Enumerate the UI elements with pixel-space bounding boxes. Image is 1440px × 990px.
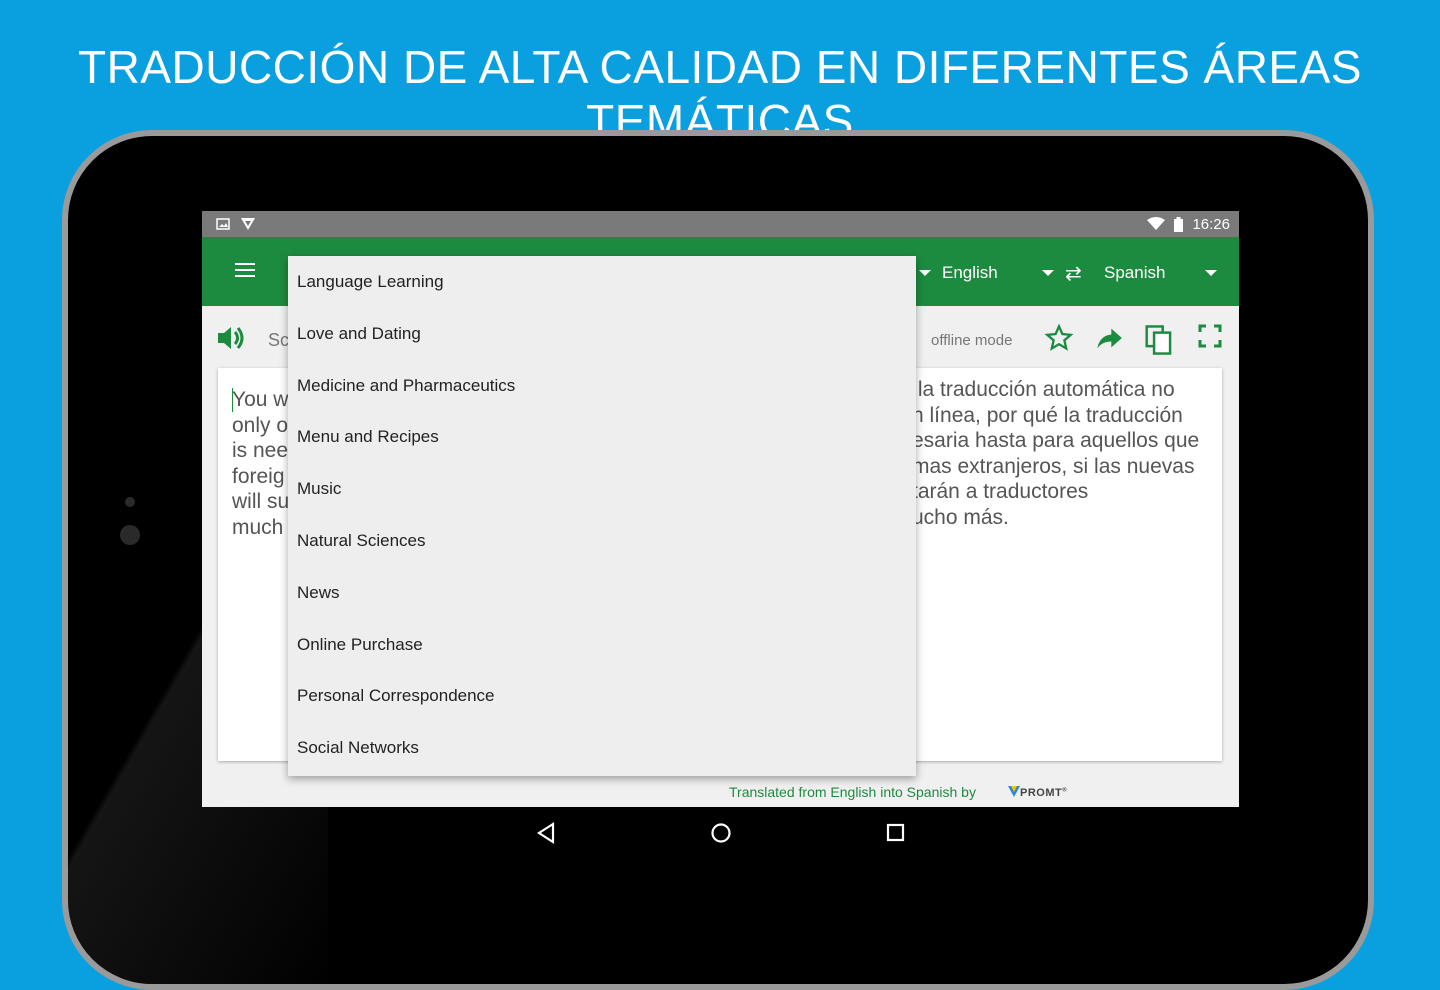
offline-mode-label[interactable]: offline mode	[931, 332, 1012, 349]
target-language-dropdown-icon[interactable]	[1205, 270, 1217, 276]
recents-icon[interactable]	[885, 821, 907, 850]
wifi-icon	[1147, 217, 1165, 231]
share-icon[interactable]	[1094, 324, 1124, 357]
image-icon	[216, 217, 230, 231]
clock: 16:26	[1192, 216, 1230, 233]
copy-icon[interactable]	[1144, 324, 1174, 361]
translated-text: la traducción automática no n línea, por…	[912, 378, 1200, 529]
target-language-select[interactable]: Spanish	[1104, 263, 1165, 283]
promt-brand-text: PROMT	[1020, 787, 1063, 799]
battery-icon	[1174, 217, 1188, 232]
source-language-dropdown-icon[interactable]	[1042, 270, 1054, 276]
fullscreen-icon[interactable]	[1198, 324, 1222, 353]
topic-item-news[interactable]: News	[288, 567, 916, 619]
android-nav-bar	[202, 807, 1239, 859]
source-text[interactable]: You w only o is nee foreig will su much	[232, 387, 292, 540]
translation-credit: Translated from English into Spanish by	[729, 784, 976, 800]
star-icon[interactable]	[1044, 323, 1074, 357]
topic-item-personal-correspondence[interactable]: Personal Correspondence	[288, 670, 916, 722]
topic-dropdown-menu: Language Learning Love and Dating Medici…	[288, 256, 916, 776]
source-language-select[interactable]: English	[942, 263, 998, 283]
home-icon[interactable]	[709, 821, 733, 850]
topic-item-menu-recipes[interactable]: Menu and Recipes	[288, 411, 916, 463]
topic-item-language-learning[interactable]: Language Learning	[288, 256, 916, 308]
chevron-down-icon[interactable]	[919, 270, 931, 276]
camera-dot	[125, 497, 135, 507]
source-label: Sc	[268, 330, 290, 350]
topic-item-love-and-dating[interactable]: Love and Dating	[288, 308, 916, 360]
camera-lens	[120, 525, 140, 545]
topic-item-online-purchase[interactable]: Online Purchase	[288, 619, 916, 671]
promt-icon	[240, 217, 255, 231]
back-icon[interactable]	[535, 821, 557, 850]
app-screen: 16:26 English ⇄ Spanish Sc offline mode …	[202, 211, 1239, 807]
topic-item-social-networks[interactable]: Social Networks	[288, 722, 916, 774]
hamburger-icon[interactable]	[235, 263, 255, 279]
topic-item-music[interactable]: Music	[288, 463, 916, 515]
speaker-icon[interactable]	[216, 324, 246, 357]
swap-icon[interactable]: ⇄	[1065, 261, 1082, 286]
status-bar: 16:26	[202, 211, 1239, 237]
topic-item-natural-sciences[interactable]: Natural Sciences	[288, 515, 916, 567]
promt-logo: PROMT®	[1008, 786, 1067, 799]
topic-item-medicine[interactable]: Medicine and Pharmaceutics	[288, 360, 916, 412]
